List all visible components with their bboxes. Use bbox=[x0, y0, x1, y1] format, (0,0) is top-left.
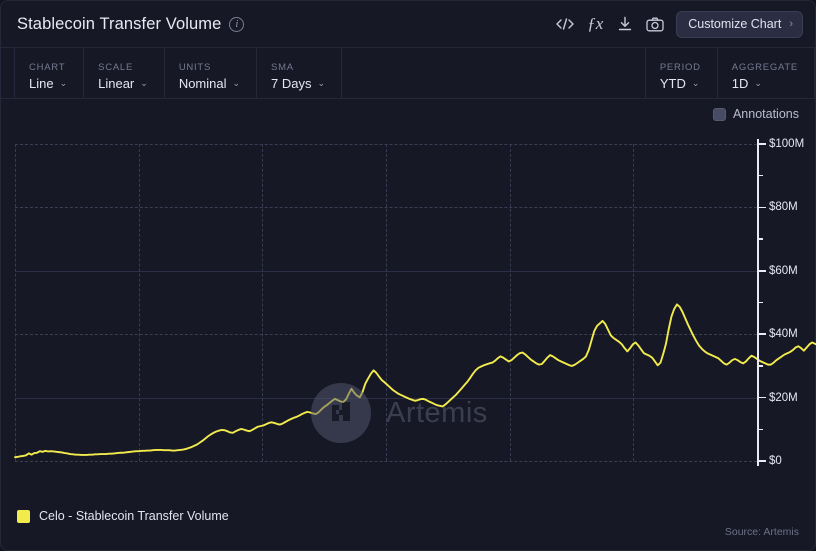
y-axis-tick bbox=[757, 460, 766, 462]
formula-icon[interactable]: ƒx bbox=[580, 10, 610, 38]
y-axis-tick-minor bbox=[757, 428, 763, 431]
control-scale-value: Linear ⌄ bbox=[98, 76, 148, 91]
y-axis-tick bbox=[757, 270, 766, 272]
legend-item-label: Celo - Stablecoin Transfer Volume bbox=[39, 509, 229, 523]
widget-header: Stablecoin Transfer Volume i ƒx Customiz… bbox=[1, 1, 815, 47]
control-sma-text: 7 Days bbox=[271, 76, 312, 91]
control-units-label: UNITS bbox=[178, 62, 212, 73]
info-icon[interactable]: i bbox=[229, 16, 245, 32]
y-axis-label: $80M bbox=[769, 201, 798, 214]
control-aggregate[interactable]: AGGREGATE 1D ⌄ bbox=[716, 48, 815, 98]
controls-spacer bbox=[342, 48, 645, 98]
control-sma-value: 7 Days ⌄ bbox=[271, 76, 325, 91]
annotations-label: Annotations bbox=[732, 107, 799, 121]
y-axis-tick-minor bbox=[757, 238, 763, 240]
control-aggregate-label: AGGREGATE bbox=[731, 62, 798, 73]
control-chart-type-label: CHART bbox=[29, 62, 66, 73]
y-axis-tick bbox=[757, 333, 766, 335]
chevron-down-icon: ⌄ bbox=[232, 78, 241, 88]
embed-code-icon[interactable] bbox=[550, 10, 580, 38]
screenshot-icon[interactable] bbox=[640, 10, 670, 38]
control-period-label: PERIOD bbox=[659, 62, 701, 73]
control-period[interactable]: PERIOD YTD ⌄ bbox=[644, 48, 717, 98]
control-sma[interactable]: SMA 7 Days ⌄ bbox=[257, 48, 343, 98]
control-chart-type[interactable]: CHART Line ⌄ bbox=[14, 48, 85, 98]
y-axis-label: $100M bbox=[769, 138, 805, 150]
legend-color-swatch bbox=[17, 509, 30, 523]
chart-legend[interactable]: Celo - Stablecoin Transfer Volume bbox=[17, 509, 229, 523]
chevron-down-icon: ⌄ bbox=[754, 78, 762, 88]
chart-widget: Stablecoin Transfer Volume i ƒx Customiz… bbox=[0, 0, 816, 551]
y-axis-tick bbox=[757, 396, 766, 399]
annotations-checkbox[interactable] bbox=[712, 107, 726, 121]
control-period-text: YTD bbox=[659, 76, 686, 91]
chart-controls-bar: CHART Line ⌄ SCALE Linear ⌄ UNITS Nomina… bbox=[1, 47, 815, 99]
control-period-value: YTD ⌄ bbox=[660, 76, 701, 91]
chevron-right-icon: › bbox=[789, 18, 793, 30]
customize-chart-label: Customize Chart bbox=[688, 17, 782, 31]
control-aggregate-text: 1D bbox=[731, 76, 749, 91]
source-attribution: Source: Artemis bbox=[724, 526, 799, 538]
page-title: Stablecoin Transfer Volume bbox=[17, 14, 222, 33]
series-polyline bbox=[14, 303, 816, 459]
y-axis-tick bbox=[757, 206, 766, 209]
control-scale[interactable]: SCALE Linear ⌄ bbox=[84, 48, 165, 98]
y-axis-tick-minor bbox=[757, 301, 763, 304]
y-axis-tick bbox=[757, 143, 766, 145]
control-units[interactable]: UNITS Nominal ⌄ bbox=[165, 48, 258, 98]
chevron-down-icon: ⌄ bbox=[317, 78, 326, 88]
y-axis-label: $20M bbox=[769, 391, 798, 404]
control-units-value: Nominal ⌄ bbox=[179, 76, 240, 91]
download-icon[interactable] bbox=[610, 10, 640, 38]
annotations-toggle[interactable]: Annotations bbox=[712, 107, 799, 121]
series-line-celo bbox=[14, 303, 816, 459]
y-axis-tick-minor bbox=[757, 174, 763, 177]
y-axis-label: $60M bbox=[769, 264, 798, 277]
chevron-down-icon: ⌄ bbox=[59, 78, 68, 88]
chevron-down-icon: ⌄ bbox=[691, 78, 700, 88]
chart-canvas[interactable]: Artemis $0$20M$40M$60M$80M$100MJan 7Feb … bbox=[1, 131, 816, 476]
chevron-down-icon: ⌄ bbox=[140, 78, 148, 88]
control-chart-type-text: Line bbox=[29, 76, 54, 91]
y-axis-label: $40M bbox=[769, 328, 798, 341]
customize-chart-button[interactable]: Customize Chart › bbox=[676, 10, 803, 38]
control-scale-label: SCALE bbox=[98, 62, 134, 73]
control-scale-text: Linear bbox=[98, 76, 135, 91]
control-aggregate-value: 1D ⌄ bbox=[732, 76, 798, 91]
y-axis-label: $0 bbox=[769, 455, 782, 467]
control-chart-type-value: Line ⌄ bbox=[29, 76, 67, 91]
y-axis-tick-minor bbox=[757, 365, 763, 367]
control-sma-label: SMA bbox=[271, 62, 294, 73]
control-units-text: Nominal bbox=[178, 76, 227, 91]
